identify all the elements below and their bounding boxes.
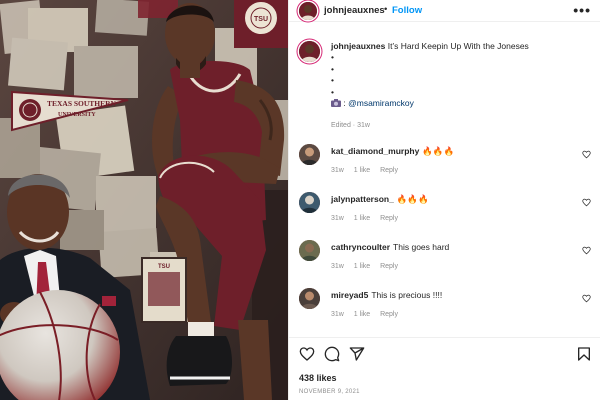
commenter-avatar[interactable]	[299, 288, 320, 309]
comment-body: 🔥🔥🔥	[396, 194, 429, 204]
share-icon[interactable]	[349, 346, 365, 362]
caption-username[interactable]: johnjeauxnes	[331, 41, 385, 51]
post-photo-illustration: TSU TEXAS SOUTHERN UNIVERSITY TSU	[0, 0, 288, 400]
photo-credit: : @msamiramckoy	[331, 98, 591, 109]
photo-credit-mention[interactable]: @msamiramckoy	[348, 98, 414, 108]
caption-avatar[interactable]	[299, 41, 320, 62]
post-header: johnjeauxnes • Follow •••	[289, 0, 600, 22]
heart-icon[interactable]	[582, 150, 591, 159]
comment-item: cathryncoulter This goes hard 31w 1 like …	[289, 240, 600, 284]
reply-button[interactable]: Reply	[380, 167, 398, 174]
comment-likes[interactable]: 1 like	[354, 215, 370, 222]
commenter-avatar-image	[299, 192, 320, 213]
comment-age: 31w	[331, 167, 344, 174]
commenter-username[interactable]: cathryncoulter	[331, 242, 390, 252]
reply-button[interactable]: Reply	[380, 263, 398, 270]
author-avatar[interactable]	[299, 2, 317, 20]
comments-section[interactable]: johnjeauxnes It’s Hard Keepin Up With th…	[289, 23, 600, 337]
comment-body: 🔥🔥🔥	[422, 146, 455, 156]
follow-button[interactable]: Follow	[392, 5, 422, 16]
comment-item: kat_diamond_murphy 🔥🔥🔥 31w 1 like Reply	[289, 144, 600, 188]
post-photo[interactable]: TSU TEXAS SOUTHERN UNIVERSITY TSU	[0, 0, 288, 400]
photo-credit-separator: :	[343, 98, 346, 109]
post-panel: johnjeauxnes • Follow ••• johnjeauxnes I…	[288, 0, 600, 400]
comment-likes[interactable]: 1 like	[354, 167, 370, 174]
caption-text: It’s Hard Keepin Up With the Joneses	[387, 41, 529, 51]
comment-body: This goes hard	[393, 242, 450, 252]
comment-text: kat_diamond_murphy 🔥🔥🔥	[331, 146, 454, 157]
caption-bullet: •	[331, 75, 334, 86]
caption: johnjeauxnes It’s Hard Keepin Up With th…	[331, 41, 591, 109]
comment-meta: 31w 1 like Reply	[331, 215, 406, 222]
heart-icon[interactable]	[582, 198, 591, 207]
commenter-username[interactable]: jalynpatterson_	[331, 194, 394, 204]
header-separator: •	[384, 4, 388, 15]
likes-count[interactable]: 438 likes	[299, 373, 337, 383]
comment-meta: 31w 1 like Reply	[331, 311, 406, 318]
commenter-avatar[interactable]	[299, 240, 320, 261]
action-bar: 438 likes NOVEMBER 9, 2021	[289, 337, 600, 400]
comment-likes[interactable]: 1 like	[354, 263, 370, 270]
camera-icon	[331, 99, 341, 108]
bookmark-icon[interactable]	[576, 346, 592, 362]
commenter-avatar[interactable]	[299, 144, 320, 165]
comment-age: 31w	[331, 311, 344, 318]
comment-age: 31w	[331, 215, 344, 222]
reply-button[interactable]: Reply	[380, 215, 398, 222]
commenter-username[interactable]: kat_diamond_murphy	[331, 146, 419, 156]
caption-bullet: •	[331, 52, 334, 63]
comment-meta: 31w 1 like Reply	[331, 167, 406, 174]
comment-text: mireyad5 This is precious !!!!	[331, 290, 442, 300]
comment-text: jalynpatterson_ 🔥🔥🔥	[331, 194, 429, 205]
comment-meta: 31w 1 like Reply	[331, 263, 406, 270]
heart-icon[interactable]	[582, 294, 591, 303]
pennant-line1: TEXAS SOUTHERN	[47, 99, 117, 108]
comment-likes[interactable]: 1 like	[354, 311, 370, 318]
pennant-line2: UNIVERSITY	[58, 112, 96, 118]
comment-item: mireyad5 This is precious !!!! 31w 1 like…	[289, 288, 600, 332]
commenter-avatar-image	[299, 288, 320, 309]
poster-text: TSU	[158, 264, 170, 270]
heart-icon[interactable]	[582, 246, 591, 255]
seal-text: TSU	[254, 16, 268, 23]
comment-text: cathryncoulter This goes hard	[331, 242, 449, 252]
caption-bullet: •	[331, 86, 334, 97]
comment-age: 31w	[331, 263, 344, 270]
reply-button[interactable]: Reply	[380, 311, 398, 318]
comment-item: jalynpatterson_ 🔥🔥🔥 31w 1 like Reply	[289, 192, 600, 236]
post-date: NOVEMBER 9, 2021	[299, 389, 360, 395]
commenter-avatar-image	[299, 240, 320, 261]
author-avatar-image	[299, 2, 317, 20]
caption-bullet: •	[331, 63, 334, 74]
more-options-button[interactable]: •••	[573, 2, 591, 18]
commenter-username[interactable]: mireyad5	[331, 290, 368, 300]
caption-avatar-image	[299, 41, 320, 62]
heart-icon[interactable]	[299, 346, 315, 362]
comment-body: This is precious !!!!	[371, 290, 443, 300]
commenter-avatar[interactable]	[299, 192, 320, 213]
commenter-avatar-image	[299, 144, 320, 165]
caption-meta: Edited · 31w	[331, 122, 370, 129]
author-username[interactable]: johnjeauxnes	[324, 5, 385, 16]
comment-icon[interactable]	[324, 346, 340, 362]
